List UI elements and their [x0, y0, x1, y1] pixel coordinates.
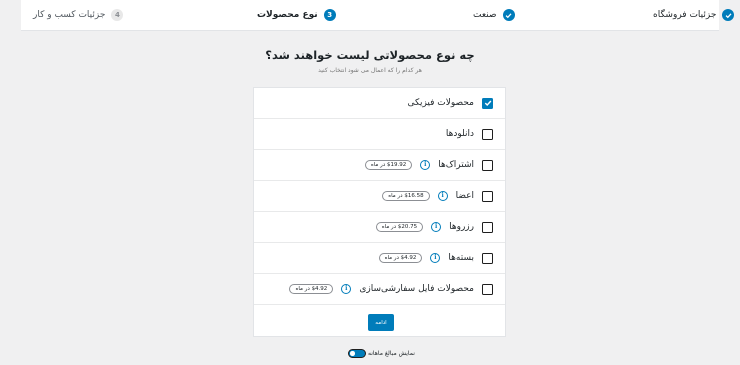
info-icon[interactable]: i [430, 253, 441, 263]
info-icon[interactable]: i [431, 222, 442, 232]
option-label: محصولات فیزیکی [407, 98, 474, 108]
option-label: دانلودها [445, 129, 474, 139]
step-number-badge: 4 [111, 9, 124, 21]
step-label: جزئیات فروشگاه [653, 10, 717, 20]
option-label: اشتراک‌ها [438, 160, 474, 170]
checkbox[interactable] [482, 97, 493, 109]
checkbox[interactable] [482, 252, 493, 264]
checkbox[interactable] [482, 128, 493, 140]
product-types-card: محصولات فیزیکی دانلودها اشتراک‌ها i $19.… [253, 87, 506, 337]
checkbox[interactable] [482, 190, 493, 202]
step-label: جزئیات کسب و کار [33, 10, 106, 20]
option-label: رزروها [449, 222, 474, 232]
product-option-subscriptions[interactable]: اشتراک‌ها i $19.92 در ماه [254, 150, 505, 181]
page-title: چه نوع محصولاتی لیست خواهند شد؟ [265, 48, 475, 62]
price-badge: $20.75 در ماه [375, 222, 424, 232]
checkmark-icon [722, 9, 735, 21]
option-label: محصولات فایل سفارشی‌سازی [359, 284, 474, 294]
step-product-types[interactable]: 3 نوع محصولات [257, 8, 336, 22]
info-icon[interactable]: i [437, 191, 448, 201]
monthly-prices-toggle[interactable] [348, 349, 366, 358]
product-option-customizable[interactable]: محصولات فایل سفارشی‌سازی i $4.92 در ماه [254, 274, 505, 305]
monthly-prices-toggle-row: نمایش مبالغ ماهانه [348, 349, 415, 358]
price-badge: $4.92 در ماه [378, 253, 423, 263]
product-option-memberships[interactable]: اعضا i $16.58 در ماه [254, 181, 505, 212]
option-label: اعضا [455, 191, 474, 201]
step-label: نوع محصولات [257, 10, 318, 20]
setup-stepper: 4 جزئیات کسب و کار 3 نوع محصولات صنعت جز… [21, 0, 735, 31]
price-badge: $4.92 در ماه [289, 284, 334, 294]
info-icon[interactable]: i [420, 160, 431, 170]
product-option-physical[interactable]: محصولات فیزیکی [254, 88, 505, 119]
info-icon[interactable]: i [341, 284, 352, 294]
page-subtitle: هر کدام را که اعمال می شود انتخاب کنید [318, 67, 422, 74]
price-badge: $16.58 در ماه [382, 191, 430, 201]
toggle-knob [350, 351, 355, 356]
continue-button[interactable]: ادامه [368, 314, 394, 331]
step-number-badge: 3 [323, 9, 336, 21]
toggle-label: نمایش مبالغ ماهانه [368, 350, 415, 357]
step-industry[interactable]: صنعت [473, 8, 515, 22]
checkmark-icon [502, 9, 515, 21]
step-store-details[interactable]: جزئیات فروشگاه [653, 8, 735, 22]
checkbox[interactable] [482, 159, 493, 171]
product-option-bookings[interactable]: رزروها i $20.75 در ماه [254, 212, 505, 243]
step-business-details[interactable]: 4 جزئیات کسب و کار [33, 8, 124, 22]
checkbox[interactable] [482, 221, 493, 233]
price-badge: $19.92 در ماه [364, 160, 413, 170]
option-label: بسته‌ها [448, 253, 474, 263]
product-option-downloads[interactable]: دانلودها [254, 119, 505, 150]
checkbox[interactable] [482, 283, 493, 295]
product-option-bundles[interactable]: بسته‌ها i $4.92 در ماه [254, 243, 505, 274]
step-label: صنعت [473, 10, 497, 20]
